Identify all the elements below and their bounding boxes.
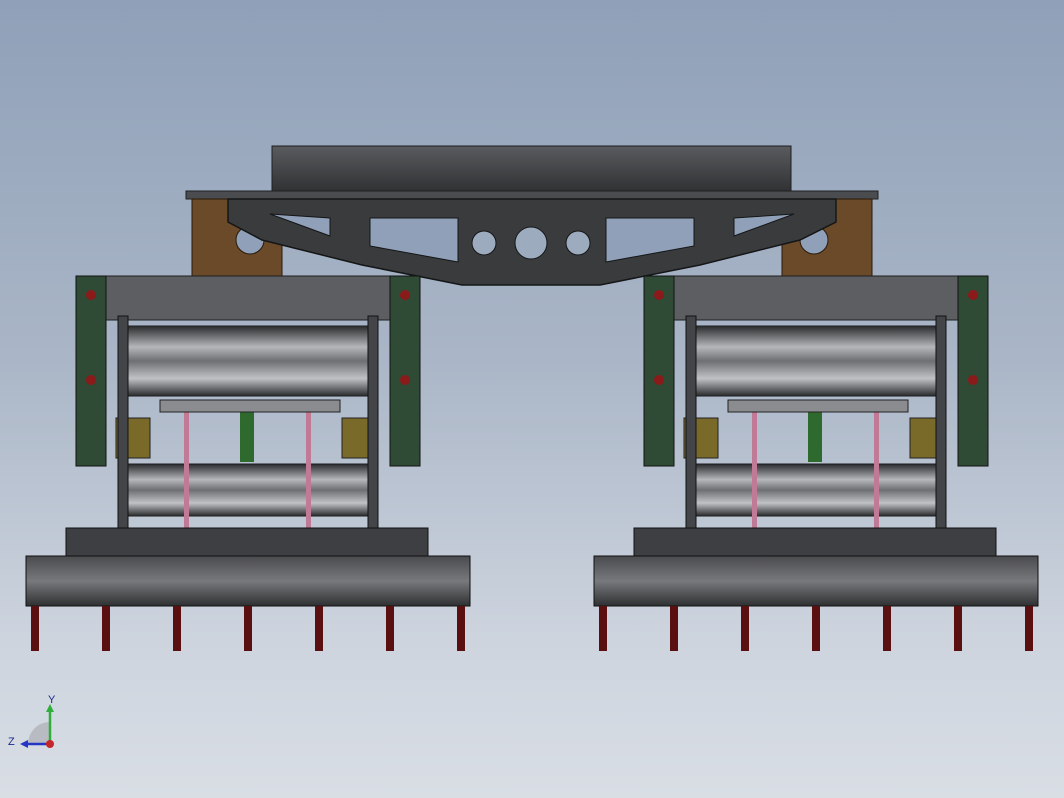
top-mount-disc — [185, 145, 879, 200]
z-axis-label: Z — [8, 736, 15, 748]
crossbeam-plate — [227, 198, 837, 286]
finger-row-right — [599, 606, 1033, 651]
finger-row-left — [31, 606, 465, 651]
gripper-left[interactable] — [25, 275, 471, 651]
gripper-right[interactable] — [593, 275, 1039, 651]
orientation-triad[interactable]: Y Z — [8, 694, 68, 756]
gripper-assembly-model[interactable] — [0, 0, 1064, 798]
cad-viewport[interactable]: Y Z — [0, 0, 1064, 798]
y-axis-label: Y — [48, 694, 56, 706]
triad-axes-icon — [20, 704, 54, 748]
